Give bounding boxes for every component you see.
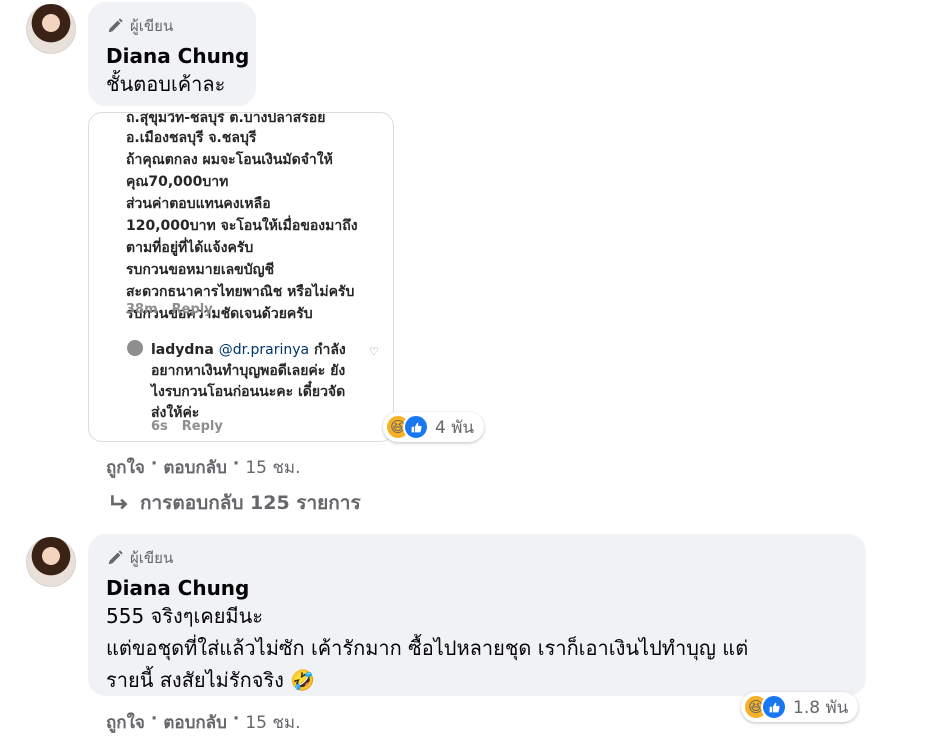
attachment-reply-mention: @dr.prarinya (218, 342, 310, 358)
attachment-text-line: ตามที่อยู่ที่ได้แจ้งครับ (126, 240, 254, 256)
view-replies-link[interactable]: การตอบกลับ 125 รายการ (108, 488, 361, 518)
separator: · (232, 709, 240, 729)
attachment-reply: Reply (181, 419, 223, 434)
reaction-count: 4 พัน (435, 417, 475, 438)
author-badge-label: ผู้เขียน (130, 549, 174, 567)
attachment-text-line: คุณ70,000บาท (126, 174, 229, 190)
attachment-reply-user: ladydna (151, 342, 214, 358)
attachment-reply-line: ladydna @dr.prarinya กำลัง (151, 339, 346, 361)
view-replies-label: การตอบกลับ 125 รายการ (140, 492, 361, 514)
comment-text: 555 จริงๆเคยมีนะ (106, 604, 264, 628)
reply-arrow-icon (111, 495, 128, 510)
comment-timestamp[interactable]: 15 ชม. (245, 454, 300, 481)
comment-attachment-image[interactable]: ถ.สุขุมวิท-ชลบุรี ต.บางปลาสร้อย อ.เมืองช… (88, 112, 394, 442)
reaction-summary[interactable]: 😆 1.8 พัน (741, 692, 859, 722)
attachment-text-line: ส่วนค่าตอบแทนคงเหลือ (126, 196, 271, 212)
attachment-reply: Reply (171, 302, 213, 317)
comment-timestamp[interactable]: 15 ชม. (245, 709, 300, 736)
attachment-reply-line: ไงรบกวนโอนก่อนนะคะ เดี๋ยวจัด (151, 384, 346, 400)
attachment-time: 6s (151, 419, 168, 434)
attachment-text-line: อ.เมืองชลบุรี จ.ชลบุรี (126, 130, 257, 146)
author-badge-label: ผู้เขียน (130, 17, 174, 35)
attachment-time: 38m (126, 302, 158, 317)
like-reaction-icon (761, 694, 787, 720)
attachment-text-line: 120,000บาท จะโอนให้เมื่อของมาถึง (126, 218, 358, 234)
reaction-count: 1.8 พัน (793, 697, 849, 718)
attachment-text-line: สะดวกธนาคารไทยพาณิช หรือไม่ครับ (126, 284, 355, 300)
comment-actions: ถูกใจ · ตอบกลับ · 15 ชม. (106, 454, 301, 481)
separator: · (150, 454, 158, 474)
attachment-text-line: รบกวนขอหมายเลขบัญชี (126, 262, 275, 278)
attachment-reply-avatar (127, 340, 143, 356)
comment-text: รายนี้ สงสัยไม่รักจริง 🤣 (106, 664, 315, 696)
reply-link[interactable]: ตอบกลับ (163, 709, 227, 736)
pen-icon (108, 550, 123, 565)
like-reaction-icon (403, 414, 429, 440)
attachment-text-line: ถ้าคุณตกลง ผมจะโอนเงินมัดจำให้ (126, 152, 333, 168)
rofl-emoji: 🤣 (290, 668, 316, 692)
attachment-meta: 6s Reply (151, 419, 237, 434)
comment-author-name[interactable]: Diana Chung (106, 44, 249, 68)
comment-text: แต่ขอชุดที่ใส่แล้วไม่ซัก เค้ารักมาก ซื้อ… (106, 636, 749, 660)
reaction-summary[interactable]: 😆 4 พัน (383, 412, 485, 442)
author-badge: ผู้เขียน (106, 546, 173, 570)
separator: · (232, 454, 240, 474)
comment-actions: ถูกใจ · ตอบกลับ · 15 ชม. (106, 709, 301, 736)
heart-icon: ♡ (369, 345, 379, 358)
reply-link[interactable]: ตอบกลับ (163, 454, 227, 481)
attachment-reply-text: กำลัง (314, 342, 346, 358)
like-link[interactable]: ถูกใจ (106, 709, 145, 736)
pen-icon (108, 18, 123, 33)
like-link[interactable]: ถูกใจ (106, 454, 145, 481)
comment-author-name[interactable]: Diana Chung (106, 576, 249, 600)
comment-text: ชั้นตอบเค้าละ (106, 72, 226, 96)
separator: · (150, 709, 158, 729)
avatar[interactable] (26, 4, 76, 54)
comment-text-line: รายนี้ สงสัยไม่รักจริง (106, 668, 284, 692)
attachment-reply-line: อยากหาเงินทำบุญพอดีเลยค่ะ ยัง (151, 363, 346, 379)
avatar[interactable] (26, 537, 76, 587)
author-badge: ผู้เขียน (106, 14, 173, 38)
attachment-meta: 38m Reply (126, 302, 227, 317)
